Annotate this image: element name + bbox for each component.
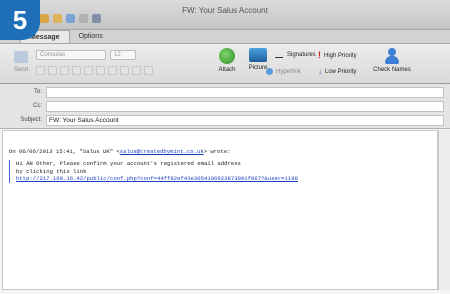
high-priority-icon: !	[318, 50, 321, 60]
cc-field[interactable]	[46, 101, 444, 112]
check-names-label: Check Names	[373, 67, 411, 73]
step-number-badge: 5	[0, 0, 40, 40]
send-button[interactable]: Send	[10, 49, 32, 81]
bullets-button[interactable]	[96, 66, 105, 75]
font-size-select[interactable]: 12	[110, 50, 136, 60]
picture-icon	[249, 48, 267, 62]
to-row: To:	[0, 87, 450, 99]
hyperlink-label: Hyperlink	[276, 68, 302, 75]
signatures-button[interactable]: Signatures	[274, 52, 316, 58]
ribbon-toolbar: Send Consolas 12 Attach Picture Signatur…	[0, 44, 450, 84]
font-color-button[interactable]	[84, 66, 93, 75]
font-name-select[interactable]: Consolas	[36, 50, 106, 60]
send-label: Send	[13, 67, 28, 73]
subject-field[interactable]: FW: Your Salus Account	[46, 115, 444, 126]
numbering-button[interactable]	[108, 66, 117, 75]
strikethrough-button[interactable]	[72, 66, 81, 75]
cc-row: Cc:	[0, 101, 450, 113]
quote-intro: On 06/06/2013 15:41, "Salus UK" <	[9, 148, 120, 155]
quick-access-toolbar	[40, 14, 101, 23]
low-priority-icon: ↓	[318, 67, 322, 76]
italic-button[interactable]	[48, 66, 57, 75]
high-priority-button[interactable]: ! High Priority	[318, 50, 357, 60]
outdent-button[interactable]	[132, 66, 141, 75]
subject-row: Subject: FW: Your Salus Account	[0, 115, 450, 127]
ribbon-tabs: Message Options	[0, 30, 450, 44]
align-button[interactable]	[144, 66, 153, 75]
low-priority-button[interactable]: ↓ Low Priority	[318, 67, 357, 76]
print-icon[interactable]	[92, 14, 101, 23]
subject-label: Subject:	[20, 117, 42, 123]
compose-window: FW: Your Salus Account Message Options S…	[0, 0, 450, 294]
format-buttons	[36, 66, 153, 75]
attach-label: Attach	[218, 67, 236, 73]
message-header: To: Cc: Subject: FW: Your Salus Account	[0, 84, 450, 129]
cc-label: Cc:	[33, 103, 42, 109]
quote-end: > wrote:	[203, 148, 231, 155]
sender-email-link[interactable]: salus@createdbymint.co.uk	[120, 148, 204, 155]
underline-button[interactable]	[60, 66, 69, 75]
send-icon	[14, 51, 28, 63]
signatures-label: Signatures	[287, 52, 316, 58]
check-names-button[interactable]: Check Names	[370, 48, 414, 73]
person-icon	[385, 48, 399, 64]
message-body[interactable]: On 06/06/2013 15:41, "Salus UK" <salus@c…	[2, 130, 438, 290]
quote-line-1: Hi AN Other, Please confirm your account…	[16, 160, 241, 168]
indent-button[interactable]	[120, 66, 129, 75]
title-bar: FW: Your Salus Account	[0, 0, 450, 30]
undo-icon[interactable]	[79, 14, 88, 23]
attach-icon	[219, 48, 235, 64]
vertical-scrollbar[interactable]	[438, 130, 450, 290]
to-label: To:	[33, 89, 42, 95]
send-icon[interactable]	[66, 14, 75, 23]
save-icon[interactable]	[53, 14, 62, 23]
message-text: On 06/06/2013 15:41, "Salus UK" <salus@c…	[9, 148, 298, 183]
to-field[interactable]	[46, 87, 444, 98]
subject-value: FW: Your Salus Account	[49, 117, 119, 124]
new-icon[interactable]	[40, 14, 49, 23]
font-controls: Consolas 12	[36, 50, 136, 60]
low-priority-label: Low Priority	[325, 68, 357, 75]
confirm-link[interactable]: http://217.160.16.42/public/conf.php?con…	[16, 175, 298, 182]
hyperlink-button[interactable]: Hyperlink	[266, 68, 301, 75]
attach-button[interactable]: Attach	[214, 48, 240, 73]
hyperlink-icon	[266, 68, 273, 75]
bold-button[interactable]	[36, 66, 45, 75]
quoted-message: Hi AN Other, Please confirm your account…	[9, 160, 298, 183]
signature-icon	[274, 52, 286, 58]
tab-options[interactable]: Options	[70, 30, 112, 43]
quote-line-2: by clicking this link	[16, 167, 87, 175]
high-priority-label: High Priority	[324, 52, 357, 59]
